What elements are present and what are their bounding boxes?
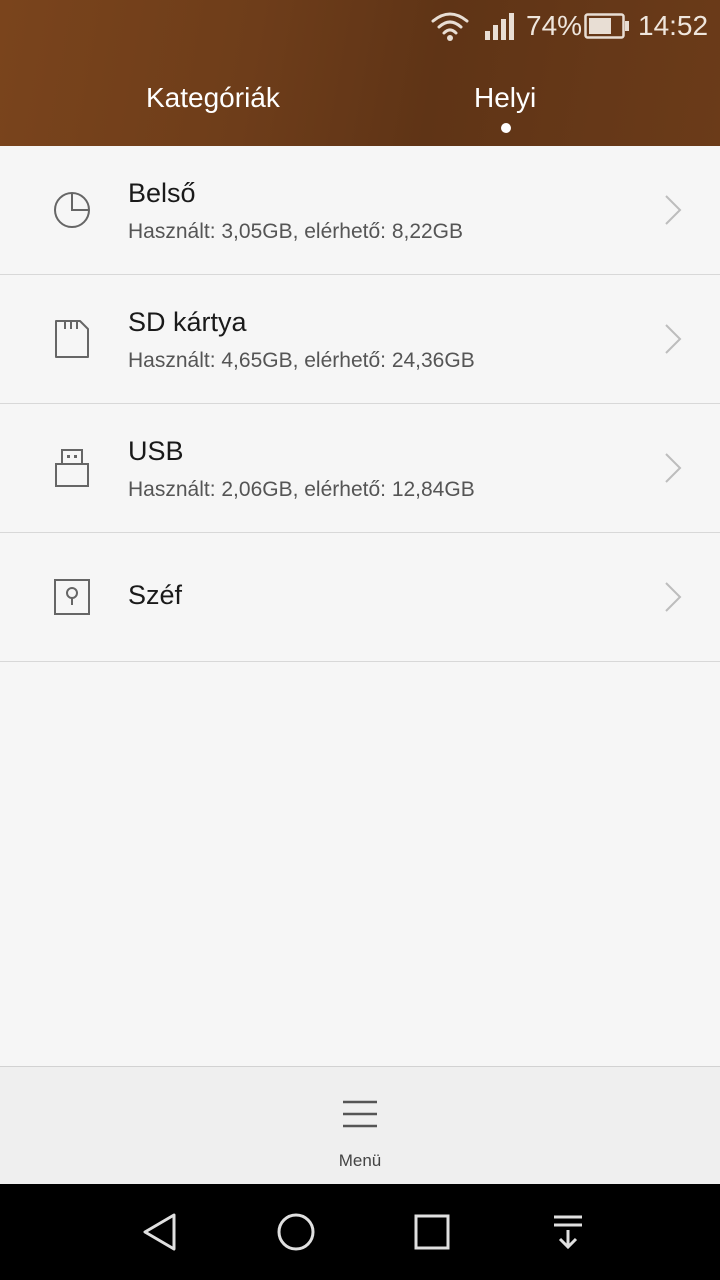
chevron-right-icon <box>665 582 682 612</box>
notifications-icon[interactable] <box>548 1212 588 1252</box>
chevron-right-icon <box>665 324 682 354</box>
battery-icon <box>584 13 629 39</box>
bottom-bar: Menü <box>0 1066 720 1184</box>
storage-item-title: Széf <box>128 580 183 610</box>
storage-item-usage: Használt: 4,65GB, elérhető: 24,36GB <box>128 349 475 372</box>
chevron-right-icon <box>665 195 682 225</box>
storage-item-title: Belső <box>128 178 196 208</box>
storage-item-belso[interactable]: Belső Használt: 3,05GB, elérhető: 8,22GB <box>0 146 720 275</box>
selected-tab-indicator <box>501 123 511 133</box>
storage-item-usage: Használt: 2,06GB, elérhető: 12,84GB <box>128 478 475 501</box>
home-icon[interactable] <box>276 1212 316 1252</box>
signal-icon <box>485 13 514 40</box>
storage-item-title: USB <box>128 436 184 466</box>
back-icon[interactable] <box>140 1212 180 1252</box>
tab-kategoriak[interactable]: Kategóriák <box>146 82 280 114</box>
sd-card-icon <box>55 320 89 358</box>
storage-list: Belső Használt: 3,05GB, elérhető: 8,22GB… <box>0 146 720 662</box>
storage-item-sd-kartya[interactable]: SD kártya Használt: 4,65GB, elérhető: 24… <box>0 275 720 404</box>
app-header: 74% 14:52 Kategóriák Helyi <box>0 0 720 146</box>
storage-item-usb[interactable]: USB Használt: 2,06GB, elérhető: 12,84GB <box>0 404 720 533</box>
storage-item-usage: Használt: 3,05GB, elérhető: 8,22GB <box>128 220 464 243</box>
usb-icon <box>55 449 89 487</box>
menu-icon <box>343 1100 377 1128</box>
menu-label: Menü <box>338 1151 382 1170</box>
pie-chart-icon <box>54 192 90 228</box>
wifi-icon <box>431 12 469 41</box>
safe-icon <box>54 579 90 615</box>
system-nav-bar <box>0 1184 720 1280</box>
tab-bar: Kategóriák Helyi <box>0 52 720 146</box>
chevron-right-icon <box>665 453 682 483</box>
menu-button[interactable]: Menü <box>310 1087 410 1177</box>
clock: 14:52 <box>638 10 709 41</box>
status-bar: 74% 14:52 <box>0 0 720 52</box>
battery-percentage: 74% <box>526 10 583 41</box>
recent-apps-icon[interactable] <box>412 1212 452 1252</box>
storage-item-title: SD kártya <box>128 307 247 337</box>
storage-item-szef[interactable]: Széf <box>0 533 720 662</box>
tab-helyi[interactable]: Helyi <box>474 82 536 114</box>
